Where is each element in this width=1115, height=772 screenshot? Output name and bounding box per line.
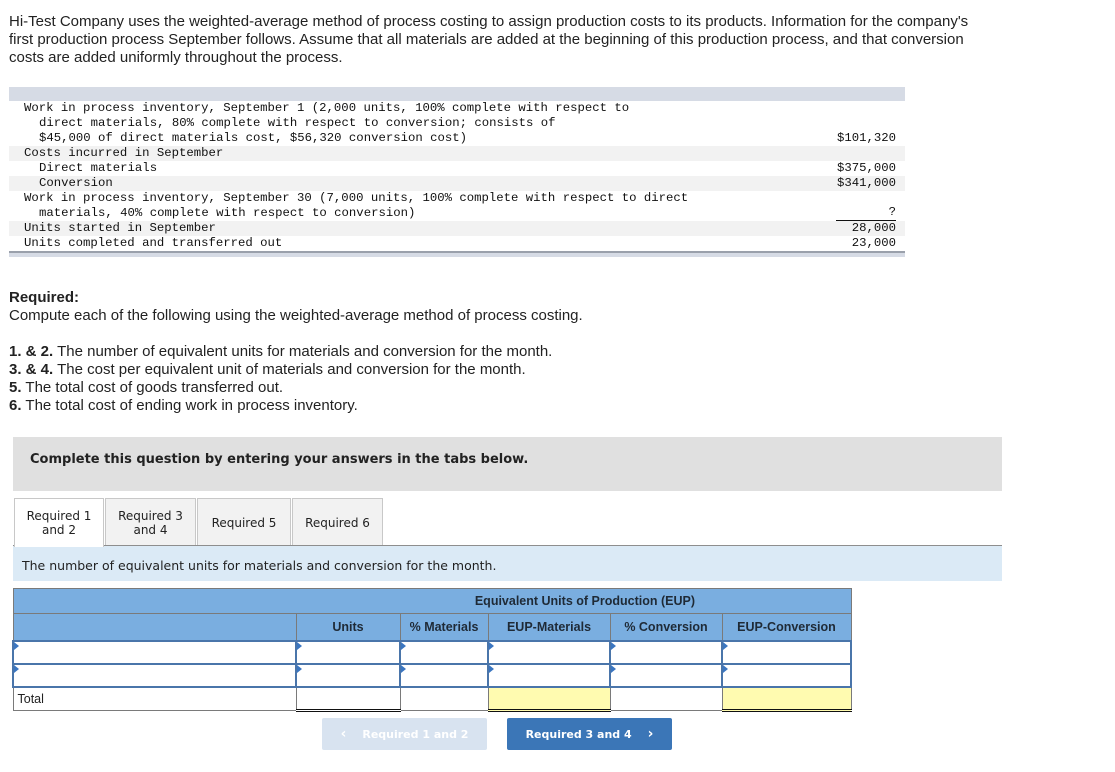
required-section: Required: Compute each of the following … — [9, 289, 583, 415]
row-1-eup-materials-input[interactable] — [489, 641, 609, 663]
input-indicator-icon — [611, 641, 616, 650]
eup-group-header-row: Equivalent Units of Production (EUP) — [12, 588, 852, 614]
eup-col-pct-conversion: % Conversion — [609, 613, 723, 641]
eup-col-units: Units — [295, 613, 401, 641]
required-instruction: Compute each of the following using the … — [9, 307, 583, 324]
beginning-wip-value: $101,320 — [836, 131, 896, 145]
eup-col-label — [12, 613, 297, 641]
data-row-units-completed: Units completed and transferred out 23,0… — [24, 236, 896, 250]
input-indicator-icon — [401, 641, 406, 650]
row-1-pct-conversion-input[interactable] — [611, 641, 721, 663]
units-completed-value: 23,000 — [851, 236, 896, 250]
eup-total-row: Total — [12, 686, 852, 712]
required-item: 3. & 4. The cost per equivalent unit of … — [9, 361, 526, 378]
eup-table: Equivalent Units of Production (EUP) Uni… — [12, 588, 852, 712]
data-row-conversion: Conversion $341,000 — [9, 176, 905, 191]
input-indicator-icon — [489, 641, 494, 650]
input-indicator-icon — [723, 641, 728, 650]
required-item: 5. The total cost of goods transferred o… — [9, 379, 284, 396]
row-2-pct-materials-input[interactable] — [401, 664, 487, 686]
tab-description: The number of equivalent units for mater… — [13, 545, 1002, 581]
dropdown-indicator-icon — [14, 641, 19, 650]
ending-wip-value: ? — [836, 205, 896, 221]
required-tabs: Required 1 and 2 Required 3 and 4 Required… — [14, 498, 384, 547]
input-indicator-icon — [297, 641, 302, 650]
input-indicator-icon — [611, 664, 616, 673]
input-indicator-icon — [723, 664, 728, 673]
direct-materials-value: $375,000 — [836, 161, 896, 175]
row-1-eup-conversion-input[interactable] — [723, 641, 850, 663]
eup-input-row-2 — [12, 662, 852, 688]
eup-group-header: Equivalent Units of Production (EUP) — [296, 588, 695, 614]
chevron-left-icon: ‹ — [340, 726, 347, 742]
data-row-ending-wip: Work in process inventory, September 30 … — [24, 191, 896, 221]
prev-required-button[interactable]: ‹ Required 1 and 2 — [322, 718, 487, 750]
row-2-eup-conversion-input[interactable] — [723, 664, 850, 686]
data-row-direct-materials: Direct materials $375,000 — [39, 161, 896, 175]
input-indicator-icon — [297, 664, 302, 673]
complete-question-banner: Complete this question by entering your … — [13, 437, 1002, 491]
tab-required-3-and-4[interactable]: Required 3 and 4 — [105, 498, 196, 546]
given-data-table: Work in process inventory, September 1 (… — [9, 87, 905, 257]
total-label: Total — [12, 686, 297, 711]
eup-input-row-1 — [12, 639, 852, 665]
data-table-top-bar — [9, 87, 905, 101]
required-list: 1. & 2. The number of equivalent units f… — [9, 343, 583, 415]
required-item: 1. & 2. The number of equivalent units f… — [9, 343, 553, 360]
required-item: 6. The total cost of ending work in proc… — [9, 397, 358, 414]
units-started-value: 28,000 — [851, 221, 896, 235]
row-1-label-input[interactable] — [14, 641, 295, 663]
row-2-label-input[interactable] — [14, 664, 295, 686]
total-units-input[interactable] — [296, 687, 400, 709]
row-2-eup-materials-input[interactable] — [489, 664, 609, 686]
conversion-value: $341,000 — [836, 176, 896, 190]
total-eup-materials-input[interactable] — [488, 687, 610, 709]
problem-intro: Hi-Test Company uses the weighted-averag… — [9, 13, 969, 66]
next-required-button[interactable]: Required 3 and 4 › — [507, 718, 672, 750]
total-eup-conversion-input[interactable] — [722, 687, 851, 709]
input-indicator-icon — [401, 664, 406, 673]
eup-column-header-row: Units % Materials EUP-Materials % Conver… — [12, 613, 852, 641]
data-row-costs-incurred: Costs incurred in September — [9, 146, 905, 161]
row-2-pct-conversion-input[interactable] — [611, 664, 721, 686]
eup-col-eup-conversion: EUP-Conversion — [721, 613, 852, 641]
tab-required-5[interactable]: Required 5 — [197, 498, 291, 546]
data-table-bottom-bar — [9, 251, 905, 257]
required-heading: Required: — [9, 289, 80, 306]
eup-header-blank — [12, 588, 296, 614]
data-row-units-started: Units started in September 28,000 — [9, 221, 905, 236]
input-indicator-icon — [489, 664, 494, 673]
eup-col-pct-materials: % Materials — [399, 613, 489, 641]
eup-col-eup-materials: EUP-Materials — [487, 613, 611, 641]
tab-required-1-and-2[interactable]: Required 1 and 2 — [14, 498, 104, 547]
dropdown-indicator-icon — [14, 664, 19, 673]
data-row-beginning-wip: Work in process inventory, September 1 (… — [24, 101, 896, 145]
chevron-right-icon: › — [647, 726, 654, 742]
row-2-units-input[interactable] — [297, 664, 399, 686]
row-1-pct-materials-input[interactable] — [401, 641, 487, 663]
row-1-units-input[interactable] — [297, 641, 399, 663]
tab-required-6[interactable]: Required 6 — [292, 498, 383, 546]
